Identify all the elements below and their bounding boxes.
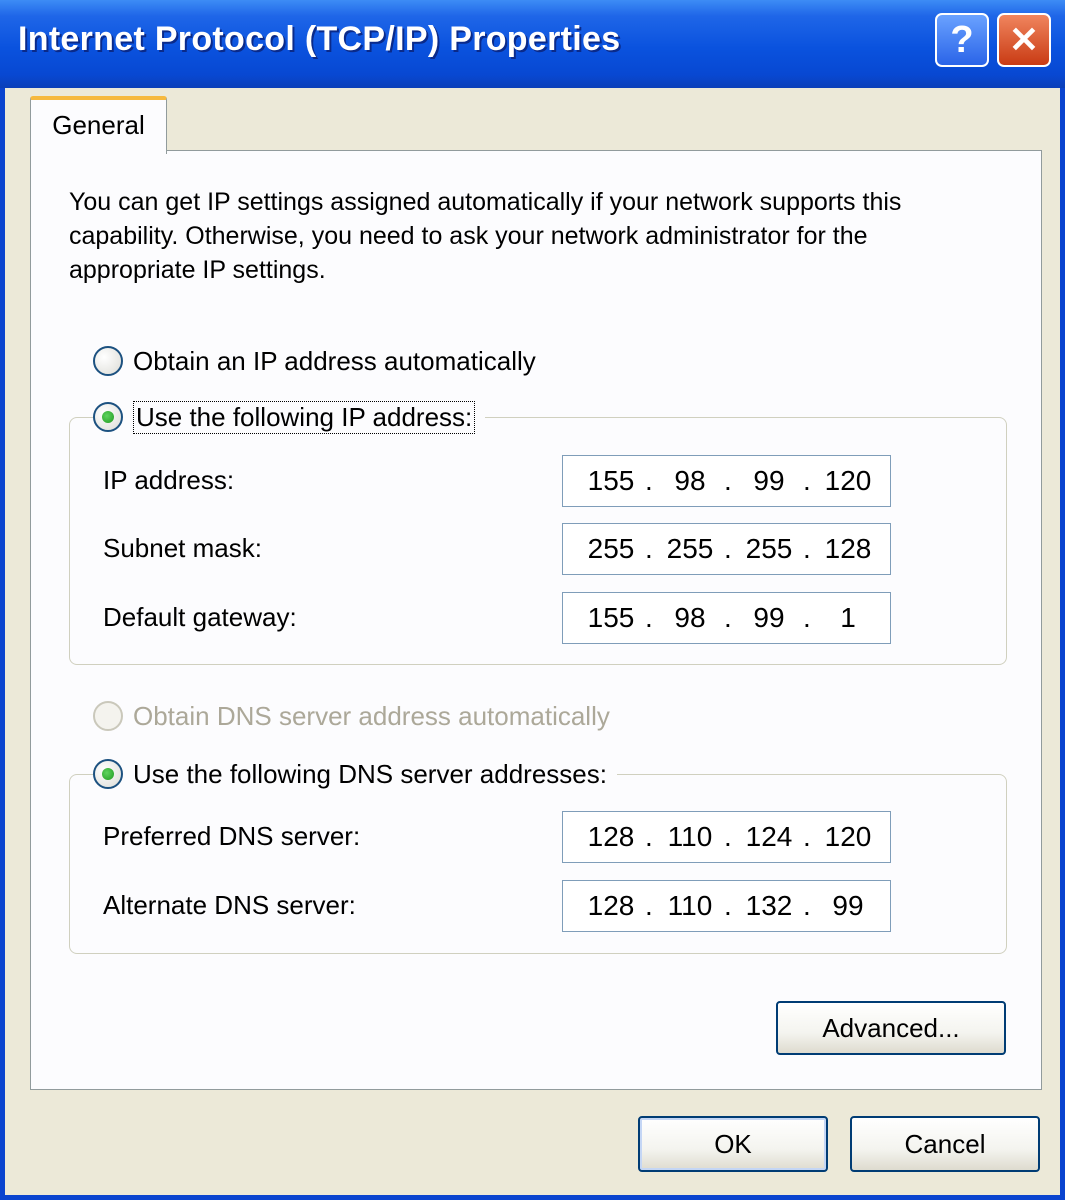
- octet-2[interactable]: 110: [654, 881, 726, 931]
- subnet-mask-input[interactable]: 255. 255. 255. 128: [562, 523, 891, 575]
- radio-label: Use the following IP address:: [133, 400, 476, 434]
- octet-2[interactable]: 98: [654, 593, 726, 643]
- octet-3[interactable]: 99: [733, 456, 805, 506]
- octet-3[interactable]: 124: [733, 812, 805, 862]
- octet-3[interactable]: 132: [733, 881, 805, 931]
- octet-2[interactable]: 110: [654, 812, 726, 862]
- advanced-button[interactable]: Advanced...: [776, 1001, 1006, 1055]
- radio-obtain-ip-auto[interactable]: Obtain an IP address automatically: [93, 341, 536, 381]
- ok-button[interactable]: OK: [638, 1116, 828, 1172]
- radio-button-icon[interactable]: [93, 759, 123, 789]
- subnet-mask-label: Subnet mask:: [103, 533, 262, 563]
- octet-4[interactable]: 128: [812, 524, 884, 574]
- radio-use-following-ip[interactable]: Use the following IP address:: [93, 397, 486, 437]
- title-bar[interactable]: Internet Protocol (TCP/IP) Properties ? …: [0, 0, 1065, 88]
- octet-2[interactable]: 255: [654, 524, 726, 574]
- alternate-dns-label: Alternate DNS server:: [103, 890, 356, 920]
- octet-1[interactable]: 255: [575, 524, 647, 574]
- radio-button-icon[interactable]: [93, 402, 123, 432]
- ip-address-input[interactable]: 155. 98. 99. 120: [562, 455, 891, 507]
- octet-1[interactable]: 128: [575, 881, 647, 931]
- radio-button-icon[interactable]: [93, 701, 123, 731]
- preferred-dns-input[interactable]: 128. 110. 124. 120: [562, 811, 891, 863]
- help-button[interactable]: ?: [935, 13, 989, 67]
- octet-1[interactable]: 155: [575, 593, 647, 643]
- tab-general[interactable]: General: [30, 96, 167, 154]
- cancel-button[interactable]: Cancel: [850, 1116, 1040, 1172]
- octet-4[interactable]: 120: [812, 812, 884, 862]
- window-title: Internet Protocol (TCP/IP) Properties: [18, 20, 621, 58]
- radio-label: Obtain DNS server address automatically: [133, 700, 610, 731]
- close-icon: ✕: [1008, 19, 1040, 60]
- octet-2[interactable]: 98: [654, 456, 726, 506]
- preferred-dns-label: Preferred DNS server:: [103, 821, 361, 851]
- radio-label: Obtain an IP address automatically: [133, 345, 536, 376]
- octet-4[interactable]: 1: [812, 593, 884, 643]
- tab-panel-general: You can get IP settings assigned automat…: [30, 150, 1042, 1090]
- help-icon: ?: [950, 19, 974, 61]
- radio-label: Use the following DNS server addresses:: [133, 758, 607, 789]
- octet-1[interactable]: 128: [575, 812, 647, 862]
- radio-use-following-dns[interactable]: Use the following DNS server addresses:: [93, 754, 617, 794]
- radio-button-icon[interactable]: [93, 346, 123, 376]
- octet-3[interactable]: 255: [733, 524, 805, 574]
- octet-3[interactable]: 99: [733, 593, 805, 643]
- alternate-dns-input[interactable]: 128. 110. 132. 99: [562, 880, 891, 932]
- default-gateway-input[interactable]: 155. 98. 99. 1: [562, 592, 891, 644]
- octet-1[interactable]: 155: [575, 456, 647, 506]
- dialog-window: Internet Protocol (TCP/IP) Properties ? …: [0, 0, 1065, 1200]
- octet-4[interactable]: 120: [812, 456, 884, 506]
- ip-address-label: IP address:: [103, 465, 235, 495]
- default-gateway-label: Default gateway:: [103, 602, 297, 632]
- intro-text: You can get IP settings assigned automat…: [69, 188, 902, 284]
- octet-4[interactable]: 99: [812, 881, 884, 931]
- close-button[interactable]: ✕: [997, 13, 1051, 67]
- radio-obtain-dns-auto[interactable]: Obtain DNS server address automatically: [93, 696, 610, 736]
